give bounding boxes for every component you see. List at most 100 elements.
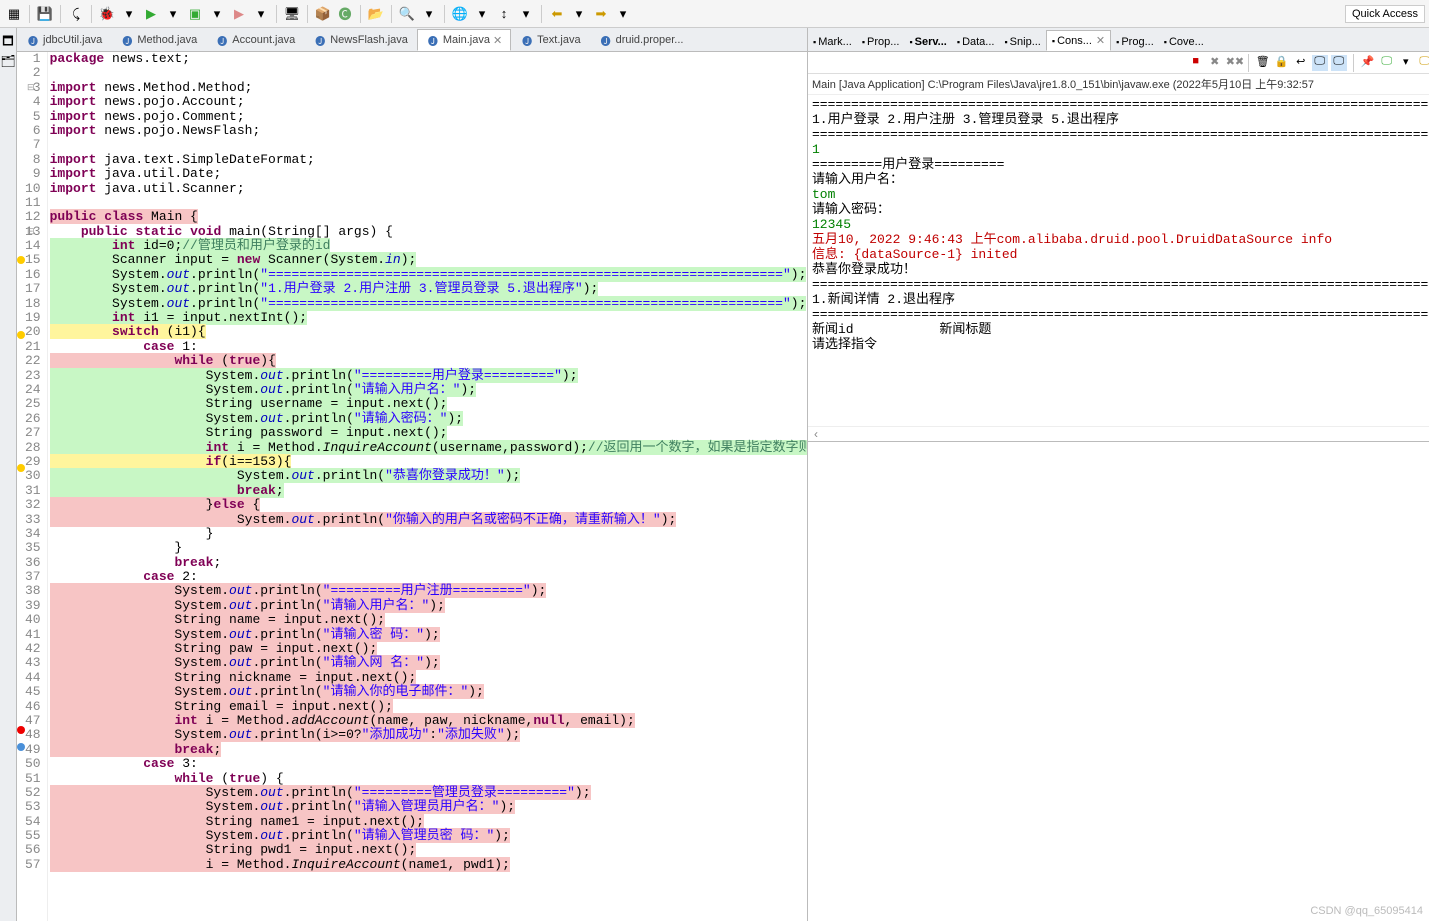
editor-tab-label: NewsFlash.java bbox=[330, 34, 408, 46]
debug-icon[interactable]: 🐞 bbox=[97, 4, 117, 24]
new-class-icon[interactable]: 🅒 bbox=[335, 4, 355, 24]
console-line: 1.用户登录 2.用户注册 3.管理员登录 5.退出程序 bbox=[812, 112, 1429, 127]
editor-tab-label: Method.java bbox=[137, 34, 197, 46]
console-line: 1.新闻详情 2.退出程序 bbox=[812, 292, 1429, 307]
console-line: 新闻id 新闻标题 bbox=[812, 322, 1429, 337]
panel-tab-icon: ▪ bbox=[1164, 37, 1167, 47]
code-editor[interactable]: 123⊟45678910111213⊟141516171819202122232… bbox=[17, 52, 807, 921]
editor-tab-label: Account.java bbox=[232, 34, 295, 46]
panel-tab-icon: ▪ bbox=[1004, 37, 1007, 47]
restore-icon[interactable]: 🗖 bbox=[0, 32, 16, 48]
remove-all-icon[interactable]: ✖✖ bbox=[1226, 55, 1242, 71]
editor-tab[interactable]: 🅙Account.java bbox=[206, 29, 304, 51]
panel-tab[interactable]: ▪Mark... bbox=[808, 33, 857, 51]
package-explorer-icon[interactable]: 🗂 bbox=[0, 54, 16, 70]
panel-tab[interactable]: ▪Snip... bbox=[999, 33, 1045, 51]
back-icon[interactable]: ⬅ bbox=[547, 4, 567, 24]
main-toolbar: ▦ 💾 ⤹ 🐞 ▾ ▶ ▾ ▣ ▾ ▶ ▾ 🖥 📦 🅒 📂 🔍 ▾ 🌐 ▾ ↕ … bbox=[0, 0, 1429, 28]
open-task-dropdown-icon[interactable]: ▾ bbox=[472, 4, 492, 24]
panel-tab-label: Data... bbox=[962, 36, 994, 48]
forward-icon[interactable]: ➡ bbox=[591, 4, 611, 24]
scroll-lock-icon[interactable]: 🔒 bbox=[1274, 55, 1290, 71]
editor-tab-label: druid.proper... bbox=[616, 34, 684, 46]
console-line: ========================================… bbox=[812, 307, 1429, 322]
console-menu-icon[interactable]: ▾ bbox=[1398, 55, 1414, 71]
panel-tab-label: Prog... bbox=[1121, 36, 1153, 48]
quick-access-box[interactable]: Quick Access bbox=[1345, 5, 1425, 23]
open-type-icon[interactable]: 📂 bbox=[366, 4, 386, 24]
console-line: 五月10, 2022 9:46:43 上午com.alibaba.druid.p… bbox=[812, 232, 1429, 247]
save-icon[interactable]: 💾 bbox=[35, 4, 55, 24]
word-wrap-icon[interactable]: ↩ bbox=[1293, 55, 1309, 71]
run-dropdown-icon[interactable]: ▾ bbox=[163, 4, 183, 24]
console-line: ========================================… bbox=[812, 277, 1429, 292]
java-file-icon: 🅙 bbox=[215, 33, 229, 47]
editor-tab[interactable]: 🅙jdbcUtil.java bbox=[17, 29, 111, 51]
pin-console-icon[interactable]: 📌 bbox=[1360, 55, 1376, 71]
java-file-icon: 🅙 bbox=[26, 33, 40, 47]
back-dropdown-icon[interactable]: ▾ bbox=[569, 4, 589, 24]
console-toolbar: ■ ✖ ✖✖ 🗑 🔒 ↩ 🖵 🖵 📌 🖵 ▾ 🖵 ▾ bbox=[808, 52, 1429, 74]
panel-tab-icon: ▪ bbox=[862, 37, 865, 47]
coverage-icon[interactable]: ▣ bbox=[185, 4, 205, 24]
display-selected-icon[interactable]: 🖵 bbox=[1379, 55, 1395, 71]
close-tab-icon[interactable]: ✕ bbox=[493, 34, 502, 47]
editor-tab[interactable]: 🅙Main.java ✕ bbox=[417, 29, 511, 51]
panel-tab-label: Cove... bbox=[1169, 36, 1204, 48]
editor-tabs: 🅙jdbcUtil.java🅙Method.java🅙Account.java🅙… bbox=[17, 28, 807, 52]
right-panel-tabs: ▪Mark...▪Prop...▪Serv...▪Data...▪Snip...… bbox=[808, 28, 1429, 52]
console-line: ========================================… bbox=[812, 97, 1429, 112]
console-line: ========================================… bbox=[812, 127, 1429, 142]
panel-tab[interactable]: ▪Serv... bbox=[904, 33, 951, 51]
run-last-dropdown-icon[interactable]: ▾ bbox=[251, 4, 271, 24]
console-line: 请输入用户名： bbox=[812, 172, 1429, 187]
open-console-icon[interactable]: 🖵 bbox=[1417, 55, 1429, 71]
skip-breakpoints-icon[interactable]: ⤹ bbox=[66, 4, 86, 24]
remove-launch-icon[interactable]: ✖ bbox=[1207, 55, 1223, 71]
search-icon[interactable]: 🔍 bbox=[397, 4, 417, 24]
panel-tab-label: Prop... bbox=[867, 36, 899, 48]
panel-tab[interactable]: ▪Cove... bbox=[1159, 33, 1209, 51]
open-task-icon[interactable]: 🌐 bbox=[450, 4, 470, 24]
console-output[interactable]: ========================================… bbox=[808, 95, 1429, 426]
new-server-icon[interactable]: 🖥 bbox=[282, 4, 302, 24]
run-last-icon[interactable]: ▶ bbox=[229, 4, 249, 24]
show-console-err-icon[interactable]: 🖵 bbox=[1331, 55, 1347, 71]
console-line: tom bbox=[812, 187, 1429, 202]
editor-tab[interactable]: 🅙Text.java bbox=[511, 29, 589, 51]
panel-tab[interactable]: ▪Data... bbox=[952, 33, 1000, 51]
editor-tab[interactable]: 🅙druid.proper... bbox=[590, 29, 693, 51]
panel-tab-label: Snip... bbox=[1010, 36, 1041, 48]
panel-tab[interactable]: ▪Prop... bbox=[857, 33, 905, 51]
console-line: 12345 bbox=[812, 217, 1429, 232]
new-package-icon[interactable]: 📦 bbox=[313, 4, 333, 24]
forward-dropdown-icon[interactable]: ▾ bbox=[613, 4, 633, 24]
annotation-nav-icon[interactable]: ↕ bbox=[494, 4, 514, 24]
clear-console-icon[interactable]: 🗑 bbox=[1255, 55, 1271, 71]
show-console-icon[interactable]: 🖵 bbox=[1312, 55, 1328, 71]
panel-tab-icon: ▪ bbox=[813, 37, 816, 47]
coverage-dropdown-icon[interactable]: ▾ bbox=[207, 4, 227, 24]
close-panel-icon[interactable]: ✕ bbox=[1096, 34, 1105, 47]
outline-view bbox=[808, 441, 1429, 921]
run-icon[interactable]: ▶ bbox=[141, 4, 161, 24]
java-file-icon: 🅙 bbox=[599, 33, 613, 47]
console-header: Main [Java Application] C:\Program Files… bbox=[808, 74, 1429, 95]
panel-tab-label: Cons... bbox=[1057, 35, 1092, 47]
editor-tab-label: jdbcUtil.java bbox=[43, 34, 102, 46]
panel-tab[interactable]: ▪Cons... ✕ bbox=[1046, 30, 1111, 51]
console-line: 1 bbox=[812, 142, 1429, 157]
panel-tab-icon: ▪ bbox=[909, 37, 912, 47]
editor-tab[interactable]: 🅙NewsFlash.java bbox=[304, 29, 417, 51]
search-dropdown-icon[interactable]: ▾ bbox=[419, 4, 439, 24]
editor-tab[interactable]: 🅙Method.java bbox=[111, 29, 206, 51]
left-sidebar: 🗖 🗂 bbox=[0, 28, 17, 921]
debug-dropdown-icon[interactable]: ▾ bbox=[119, 4, 139, 24]
panel-tab-label: Serv... bbox=[915, 36, 947, 48]
panel-tab[interactable]: ▪Prog... bbox=[1111, 33, 1159, 51]
panel-tab-icon: ▪ bbox=[1052, 36, 1055, 46]
toggle-breadcrumb-icon[interactable]: ▦ bbox=[4, 4, 24, 24]
terminate-icon[interactable]: ■ bbox=[1188, 55, 1204, 71]
annotation-dropdown-icon[interactable]: ▾ bbox=[516, 4, 536, 24]
console-scrollbar[interactable]: ‹› bbox=[808, 426, 1429, 441]
